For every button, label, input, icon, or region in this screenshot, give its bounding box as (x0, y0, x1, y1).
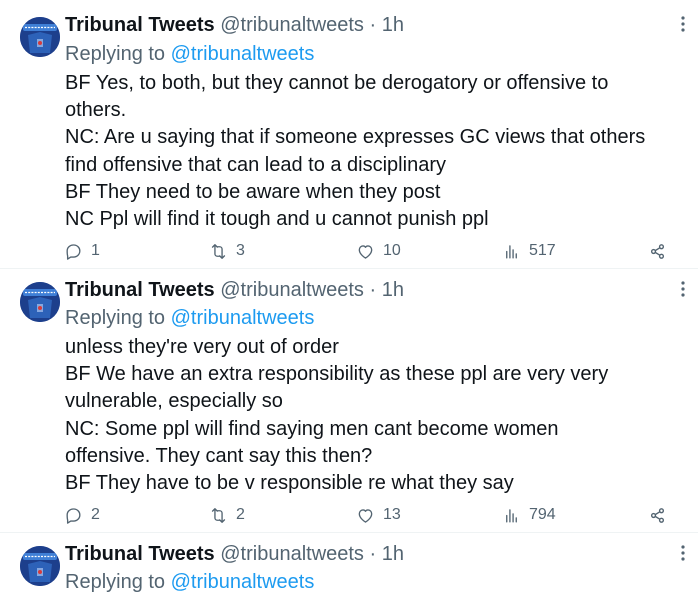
dot-separator: · (369, 14, 377, 36)
avatar[interactable] (20, 546, 60, 586)
like-count: 10 (383, 242, 401, 259)
tweet-line: find offensive that can lead to a discip… (65, 153, 446, 176)
tweet-line: BF Yes, to both, but they cannot be dero… (65, 72, 609, 94)
action-bar: 1 3 10 517 (0, 239, 698, 263)
like-icon (356, 242, 375, 261)
views-icon (502, 506, 521, 525)
avatar-image (20, 546, 60, 586)
timestamp[interactable]: 1h (382, 543, 404, 565)
tweet-line: offensive. They cant say this then? (65, 444, 373, 467)
reply-icon (64, 242, 83, 261)
divider (0, 532, 698, 533)
tweet-line: BF We have an extra responsibility as th… (65, 363, 609, 386)
reply-icon (64, 506, 83, 525)
display-name[interactable]: Tribunal Tweets (65, 279, 215, 301)
more-icon[interactable] (676, 279, 690, 299)
views-icon (502, 242, 521, 261)
tweet-line: vulnerable, especially so (65, 390, 283, 413)
like-button[interactable]: 10 (356, 239, 401, 263)
action-bar: 2 2 13 794 (0, 503, 698, 527)
replying-to: Replying to @tribunaltweets (65, 569, 314, 595)
tweet-line: NC: Some ppl will find saying men cant b… (65, 417, 559, 440)
retweet-button[interactable]: 2 (209, 503, 245, 527)
avatar-image (20, 17, 60, 57)
avatar[interactable] (20, 282, 60, 322)
share-button[interactable] (648, 503, 667, 527)
replying-to: Replying to @tribunaltweets (65, 305, 314, 331)
share-icon (648, 506, 667, 525)
replying-to-label: Replying to (65, 43, 166, 65)
user-handle[interactable]: @tribunaltweets (220, 543, 364, 565)
views-count: 517 (529, 242, 556, 259)
user-handle[interactable]: @tribunaltweets (220, 14, 364, 36)
tweet-header: Tribunal Tweets @tribunaltweets · 1h (65, 541, 404, 567)
retweet-button[interactable]: 3 (209, 239, 245, 263)
replying-to: Replying to @tribunaltweets (65, 41, 314, 67)
like-count: 13 (383, 506, 401, 523)
display-name[interactable]: Tribunal Tweets (65, 543, 215, 565)
user-handle[interactable]: @tribunaltweets (220, 279, 364, 301)
timestamp[interactable]: 1h (382, 279, 404, 301)
replying-to-label: Replying to (65, 571, 166, 593)
dot-separator: · (369, 279, 377, 301)
display-name[interactable]: Tribunal Tweets (65, 14, 215, 36)
replying-to-link[interactable]: @tribunaltweets (171, 43, 315, 65)
tweet-line: BF They have to be v responsible re what… (65, 472, 514, 495)
tweet-text: unless they're very out of order BF We h… (65, 334, 685, 497)
share-icon (648, 242, 667, 261)
views-button[interactable]: 517 (502, 239, 556, 263)
retweet-count: 3 (236, 242, 245, 259)
divider (0, 268, 698, 269)
tweet-line: unless they're very out of order (65, 336, 339, 358)
timestamp[interactable]: 1h (382, 14, 404, 36)
dot-separator: · (369, 543, 377, 565)
retweet-icon (209, 242, 228, 261)
retweet-count: 2 (236, 506, 245, 523)
views-button[interactable]: 794 (502, 503, 556, 527)
retweet-icon (209, 506, 228, 525)
replying-to-link[interactable]: @tribunaltweets (171, 307, 315, 329)
tweet-header: Tribunal Tweets @tribunaltweets · 1h (65, 277, 404, 303)
reply-button[interactable]: 1 (64, 239, 100, 263)
tweet-text: BF Yes, to both, but they cannot be dero… (65, 70, 685, 233)
replying-to-link[interactable]: @tribunaltweets (171, 571, 315, 593)
reply-count: 2 (91, 506, 100, 523)
reply-button[interactable]: 2 (64, 503, 100, 527)
share-button[interactable] (648, 239, 667, 263)
reply-count: 1 (91, 242, 100, 259)
more-icon[interactable] (676, 543, 690, 563)
replying-to-label: Replying to (65, 307, 166, 329)
views-count: 794 (529, 506, 556, 523)
like-icon (356, 506, 375, 525)
tweet-line: NC Ppl will find it tough and u cannot p… (65, 208, 489, 231)
tweet-line: others. (65, 99, 127, 122)
like-button[interactable]: 13 (356, 503, 401, 527)
avatar-image (20, 282, 60, 322)
tweet-header: Tribunal Tweets @tribunaltweets · 1h (65, 12, 404, 38)
avatar[interactable] (20, 17, 60, 57)
more-icon[interactable] (676, 14, 690, 34)
tweet-line: BF They need to be aware when they post (65, 180, 441, 203)
tweet-line: NC: Are u saying that if someone express… (65, 126, 646, 149)
